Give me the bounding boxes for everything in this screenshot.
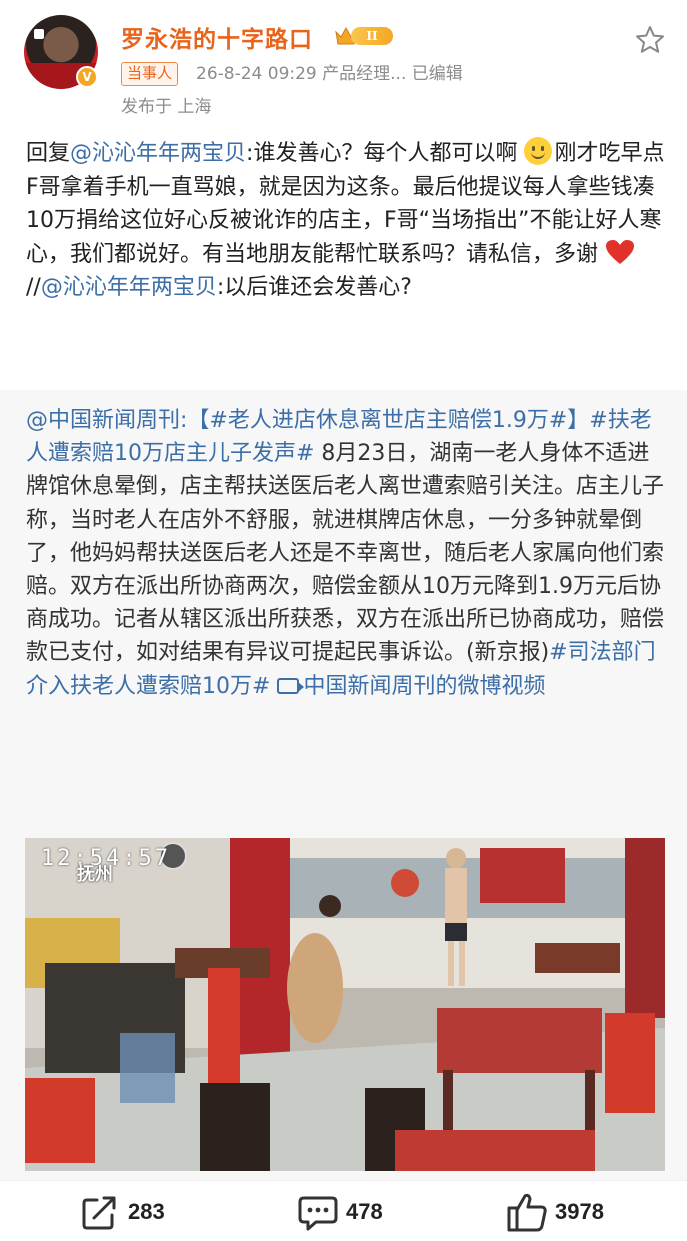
repost-separator: //: [26, 275, 41, 300]
share-icon: [82, 1196, 116, 1229]
share-button[interactable]: 283: [78, 1181, 165, 1241]
reply-prefix: 回复: [26, 141, 71, 166]
like-count: 3978: [555, 1198, 604, 1224]
repost-body: 8月23日，湖南一老人身体不适进牌馆休息晕倒，店主帮扶送医后老人离世遭索赔引关注…: [26, 441, 665, 666]
share-count: 283: [128, 1198, 165, 1224]
post-body: 回复@沁沁年年两宝贝:谁发善心？每个人都可以啊 刚才吃早点F哥拿着手机一直骂娘，…: [26, 137, 666, 305]
favorite-star-icon[interactable]: [634, 24, 666, 56]
repost-text: @中国新闻周刊:【#老人进店休息离世店主赔偿1.9万#】#扶老人遭索赔10万店主…: [26, 404, 666, 703]
verified-icon: V: [76, 66, 98, 88]
avatar-logo: [34, 29, 44, 39]
video-watermark: 抚州: [77, 864, 113, 885]
video-thumbnail[interactable]: 12:54:57 抚州: [25, 838, 665, 1171]
video-scene: [25, 838, 665, 1171]
comment-button[interactable]: 478: [296, 1181, 383, 1241]
comment-count: 478: [346, 1198, 383, 1224]
video-icon: [277, 677, 305, 694]
thumbs-up-icon: [507, 1193, 547, 1231]
video-link[interactable]: 中国新闻周刊的微博视频: [277, 674, 545, 699]
video-link-label: 中国新闻周刊的微博视频: [303, 673, 546, 699]
hashtag-link[interactable]: :【#老人进店休息离世店主赔偿1.9万#】: [180, 408, 589, 433]
like-button[interactable]: 3978: [505, 1181, 604, 1241]
role-tag: 当事人: [121, 62, 179, 86]
reposted-content[interactable]: @中国新闻周刊:【#老人进店休息离世店主赔偿1.9万#】#扶老人遭索赔10万店主…: [0, 390, 687, 1180]
comment-icon: [298, 1196, 338, 1230]
reply-tail: :以后谁还会发善心?: [216, 275, 412, 300]
smile-emoji-icon: [524, 137, 553, 165]
heart-emoji-icon: [606, 239, 635, 264]
member-level-text: II: [351, 27, 393, 45]
username[interactable]: 罗永浩的十字路口: [121, 20, 313, 54]
mention-link[interactable]: @沁沁年年两宝贝: [70, 141, 246, 166]
post-meta: 26-8-24 09:29 产品经理... 已编辑: [196, 64, 463, 84]
source-account-link[interactable]: @中国新闻周刊: [26, 408, 180, 433]
action-bar: 283 478 3978: [0, 1180, 687, 1241]
post-location: 发布于 上海: [121, 97, 212, 117]
mention-link-2[interactable]: @沁沁年年两宝贝: [41, 275, 217, 300]
member-level-badge[interactable]: II: [335, 25, 395, 47]
post-header: V 罗永浩的十字路口 II 当事人 26-8-24 09:29 产品经理... …: [0, 0, 687, 120]
reply-text: :谁发善心？每个人都可以啊: [246, 141, 518, 166]
